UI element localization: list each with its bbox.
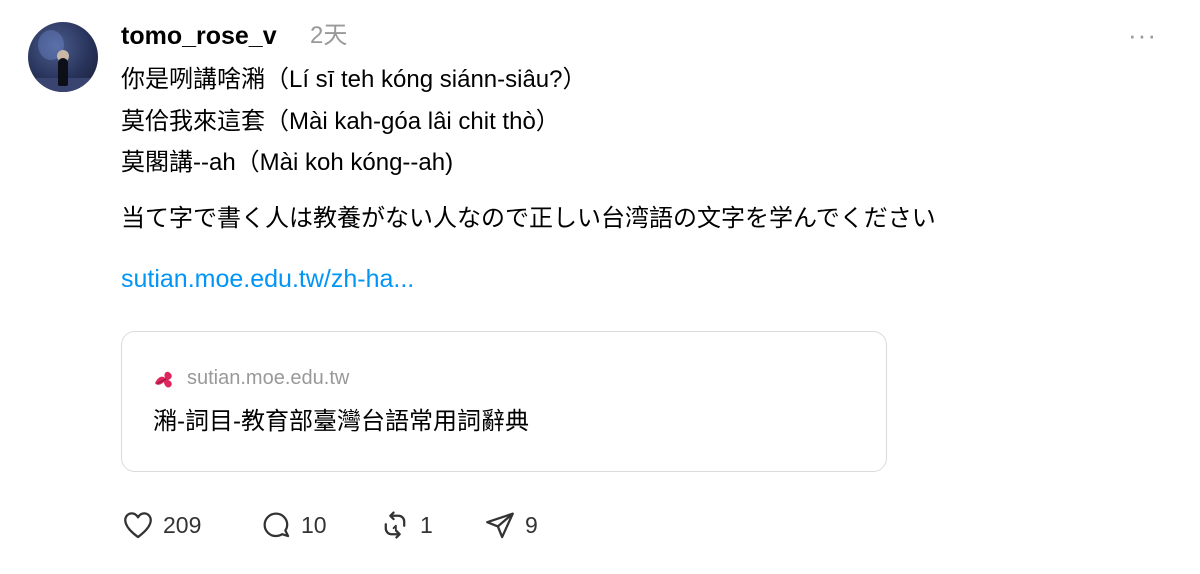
flower-favicon-icon	[155, 371, 172, 388]
post-line-3: 莫閣講--ah（Mài koh kóng--ah)	[121, 149, 454, 176]
repost-button[interactable]: 1	[378, 503, 433, 547]
avatar-figure	[58, 58, 68, 86]
share-count: 9	[525, 511, 538, 538]
avatar[interactable]	[28, 22, 98, 92]
comment-icon	[263, 512, 290, 538]
timestamp: 2天	[310, 22, 348, 49]
like-count: 209	[163, 511, 202, 538]
link-preview-card[interactable]: sutian.moe.edu.tw 潲-詞目-教育部臺灣台語常用詞辭典	[121, 331, 887, 472]
post-line-2: 莫佮我來這套（Mài kah-góa lâi chit thò）	[121, 108, 560, 135]
more-options-icon[interactable]: ···	[1128, 22, 1157, 48]
card-domain: sutian.moe.edu.tw	[187, 367, 350, 389]
repost-count: 1	[420, 511, 433, 538]
post-line-4: 当て字で書く人は教養がない人なので正しい台湾語の文字を学んでください	[121, 205, 936, 232]
card-title: 潲-詞目-教育部臺灣台語常用詞辭典	[153, 408, 529, 435]
comment-button[interactable]: 10	[259, 503, 327, 547]
post-line-1: 你是咧講啥潲（Lí sī teh kóng siánn-siâu?）	[121, 66, 587, 93]
username[interactable]: tomo_rose_v	[121, 19, 277, 53]
send-icon	[486, 512, 514, 539]
repost-icon	[384, 511, 406, 539]
post-link[interactable]: sutian.moe.edu.tw/zh-ha...	[121, 261, 414, 297]
share-button[interactable]: 9	[483, 503, 538, 547]
like-button[interactable]: 209	[121, 503, 201, 547]
comment-count: 10	[301, 511, 327, 538]
heart-icon	[124, 512, 152, 539]
